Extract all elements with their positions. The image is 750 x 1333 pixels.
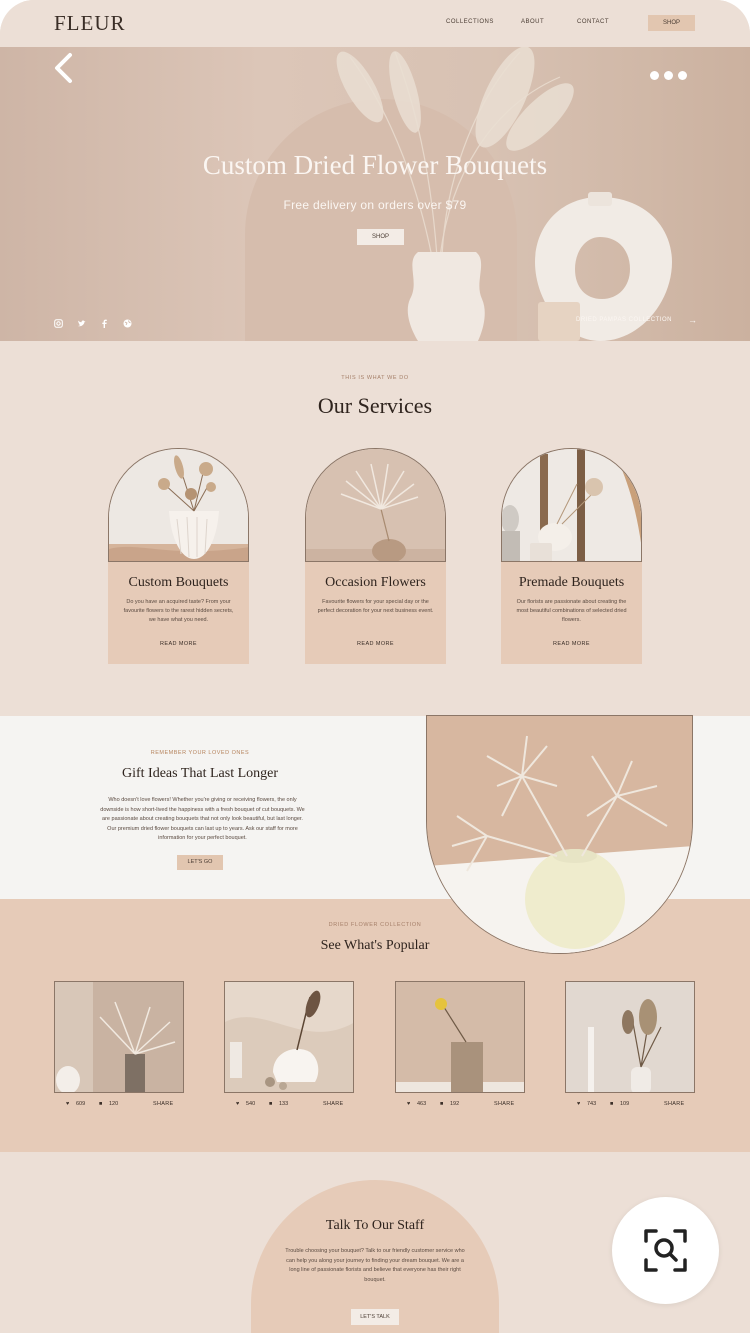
service-card-image	[305, 448, 446, 562]
arrow-right-icon[interactable]: →	[688, 315, 697, 325]
service-card-premade[interactable]: Premade Bouquets Our florists are passio…	[501, 448, 642, 664]
popular-item-image	[395, 981, 525, 1093]
service-card-title: Occasion Flowers	[325, 575, 426, 590]
service-card-body: Occasion Flowers Favourite flowers for y…	[305, 562, 446, 664]
hero-vase-illustration	[336, 47, 672, 341]
service-card-body: Custom Bouquets Do you have an acquired …	[108, 562, 249, 664]
heart-icon[interactable]: ♥	[407, 1101, 410, 1107]
popular-item-image	[565, 981, 695, 1093]
comments-count: 133	[279, 1101, 289, 1107]
share-link[interactable]: SHARE	[323, 1101, 343, 1107]
back-button[interactable]	[53, 52, 75, 91]
chevron-left-icon	[55, 53, 72, 83]
comment-icon[interactable]: ■	[610, 1101, 613, 1107]
service-card-occasion[interactable]: Occasion Flowers Favourite flowers for y…	[305, 448, 446, 664]
popular-item[interactable]: ♥ 540 ■ 133 SHARE	[224, 981, 354, 1113]
facebook-icon[interactable]	[100, 315, 109, 328]
twitter-icon[interactable]	[77, 315, 86, 327]
read-more-link[interactable]: READ MORE	[108, 641, 249, 647]
top-nav: FLEUR COLLECTIONS ABOUT CONTACT SHOP	[0, 0, 750, 47]
lets-talk-button[interactable]: LET'S TALK	[351, 1309, 399, 1325]
nav-link-collections[interactable]: COLLECTIONS	[446, 19, 494, 25]
services-title: Our Services	[317, 393, 433, 418]
likes-count: 609	[76, 1101, 86, 1107]
lets-go-button[interactable]: LET'S GO	[177, 855, 223, 870]
popular-item-image	[224, 981, 354, 1093]
likes-count: 463	[417, 1101, 427, 1107]
popular-title: See What's Popular	[320, 938, 430, 953]
likes-count: 540	[246, 1101, 256, 1107]
popular-item[interactable]: ♥ 743 ■ 109 SHARE	[565, 981, 695, 1113]
instagram-icon[interactable]	[54, 315, 63, 328]
gift-title: Gift Ideas That Last Longer	[121, 766, 279, 781]
more-dots-icon	[650, 71, 659, 80]
read-more-link[interactable]: READ MORE	[501, 641, 642, 647]
visual-search-icon	[644, 1229, 687, 1272]
hero-title: Custom Dried Flower Bouquets	[202, 150, 548, 180]
service-card-custom[interactable]: Custom Bouquets Do you have an acquired …	[108, 448, 249, 664]
globe-icon[interactable]	[123, 315, 132, 328]
comment-icon[interactable]: ■	[99, 1101, 102, 1107]
service-card-body: Premade Bouquets Our florists are passio…	[501, 562, 642, 664]
comments-count: 109	[620, 1101, 630, 1107]
service-card-image	[108, 448, 249, 562]
gift-text: Who doesn't love flowers! Whether you're…	[100, 797, 305, 841]
service-card-text: Our florists are passionate about creati…	[516, 599, 627, 623]
heart-icon[interactable]: ♥	[66, 1101, 69, 1107]
more-options-button[interactable]	[650, 71, 687, 80]
staff-title: Talk To Our Staff	[325, 1218, 425, 1233]
popular-item[interactable]: ♥ 463 ■ 192 SHARE	[395, 981, 525, 1113]
nav-link-about[interactable]: ABOUT	[521, 19, 544, 25]
logo[interactable]: FLEUR	[54, 11, 126, 36]
nav-link-contact[interactable]: CONTACT	[577, 19, 609, 25]
service-card-image	[501, 448, 642, 562]
service-card-title: Premade Bouquets	[518, 575, 625, 590]
service-card-title: Custom Bouquets	[128, 575, 229, 590]
gift-eyebrow: REMEMBER YOUR LOVED ONES	[150, 750, 250, 756]
staff-text: Trouble choosing your bouquet? Talk to o…	[285, 1248, 465, 1283]
heart-icon[interactable]: ♥	[577, 1101, 580, 1107]
hero-shop-button[interactable]: SHOP	[357, 229, 404, 245]
hero-subtitle: Free delivery on orders over $79	[283, 198, 467, 212]
visual-search-button[interactable]	[612, 1197, 719, 1304]
services-eyebrow: THIS IS WHAT WE DO	[341, 375, 409, 381]
comment-icon[interactable]: ■	[269, 1101, 272, 1107]
comment-icon[interactable]: ■	[440, 1101, 443, 1107]
heart-icon[interactable]: ♥	[236, 1101, 239, 1107]
pampas-collection-link[interactable]: DRIED PAMPAS COLLECTION	[576, 317, 672, 323]
comments-count: 192	[450, 1101, 460, 1107]
hero-banner: Custom Dried Flower Bouquets Free delive…	[0, 47, 750, 341]
share-link[interactable]: SHARE	[664, 1101, 684, 1107]
popular-section: DRIED FLOWER COLLECTION See What's Popul…	[0, 899, 750, 1152]
read-more-link[interactable]: READ MORE	[305, 641, 446, 647]
comments-count: 120	[109, 1101, 119, 1107]
popular-item-image	[54, 981, 184, 1093]
share-link[interactable]: SHARE	[153, 1101, 173, 1107]
social-links	[54, 315, 132, 328]
likes-count: 743	[587, 1101, 597, 1107]
share-link[interactable]: SHARE	[494, 1101, 514, 1107]
service-card-text: Favourite flowers for your special day o…	[317, 599, 434, 614]
app-frame: FLEUR COLLECTIONS ABOUT CONTACT SHOP Cus…	[0, 0, 750, 1333]
service-card-text: Do you have an acquired taste? From your…	[123, 599, 234, 623]
popular-item[interactable]: ♥ 609 ■ 120 SHARE	[54, 981, 184, 1113]
nav-shop-button[interactable]: SHOP	[648, 15, 695, 31]
